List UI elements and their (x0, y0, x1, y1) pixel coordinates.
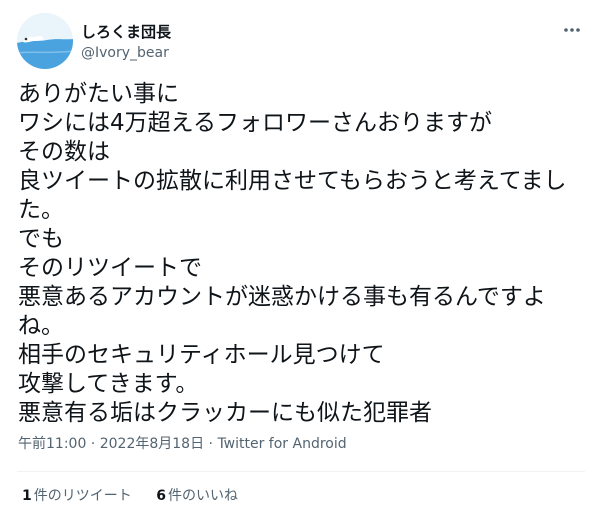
tweet-meta: 午前11:00 · 2022年8月18日 · Twitter for Andro… (18, 434, 347, 454)
divider (17, 471, 585, 472)
tweet-text-line: 悪意あるアカウントが迷惑かける事も有るんですよ (18, 284, 546, 310)
tweet-header: しろくま団長 @Ivory_bear (17, 13, 585, 69)
more-horizontal-icon[interactable] (561, 21, 583, 39)
retweets-label: 件のリツイート (33, 488, 132, 504)
tweet-text-line: ワシには4万超えるフォロワーさんおりますが (18, 110, 492, 136)
tweet-text-line: 良ツイートの拡散に利用させてもらおうと考えてまし (18, 168, 567, 194)
tweet-date[interactable]: 2022年8月18日 (100, 436, 204, 452)
tweet-text: ありがたい事に ワシには4万超えるフォロワーさんおりますが その数は 良ツイート… (18, 80, 586, 428)
tweet-text-line: ありがたい事に (18, 81, 179, 107)
polar-bear-avatar-icon (17, 13, 73, 69)
tweet-source[interactable]: Twitter for Android (217, 436, 346, 452)
retweets-stat[interactable]: 1 件のリツイート (22, 486, 132, 506)
likes-count: 6 (156, 488, 166, 504)
tweet-text-line: 相手のセキュリティホール見つけて (18, 342, 385, 368)
likes-stat[interactable]: 6 件のいいね (156, 486, 238, 506)
tweet-text-line: そのリツイートで (18, 255, 202, 281)
tweet-card: しろくま団長 @Ivory_bear ありがたい事に ワシには4万超えるフォロワ… (0, 0, 601, 515)
meta-separator: · (204, 436, 218, 452)
tweet-text-line: その数は (18, 139, 110, 165)
tweet-stats: 1 件のリツイート 6 件のいいね (22, 486, 258, 506)
author-display-name[interactable]: しろくま団長 (81, 22, 171, 42)
avatar[interactable] (17, 13, 73, 69)
meta-separator: · (86, 436, 100, 452)
likes-label: 件のいいね (167, 488, 238, 504)
tweet-text-line: 攻撃してきます。 (18, 371, 199, 397)
tweet-text-line: 悪意有る垢はクラッカーにも似た犯罪者 (18, 400, 432, 426)
author-handle[interactable]: @Ivory_bear (81, 43, 171, 63)
tweet-time[interactable]: 午前11:00 (18, 436, 86, 452)
retweets-count: 1 (22, 488, 32, 504)
author-names: しろくま団長 @Ivory_bear (81, 22, 171, 63)
tweet-text-line: でも (18, 226, 64, 252)
tweet-text-line: た。 (18, 197, 64, 223)
tweet-text-line: ね。 (18, 313, 64, 339)
